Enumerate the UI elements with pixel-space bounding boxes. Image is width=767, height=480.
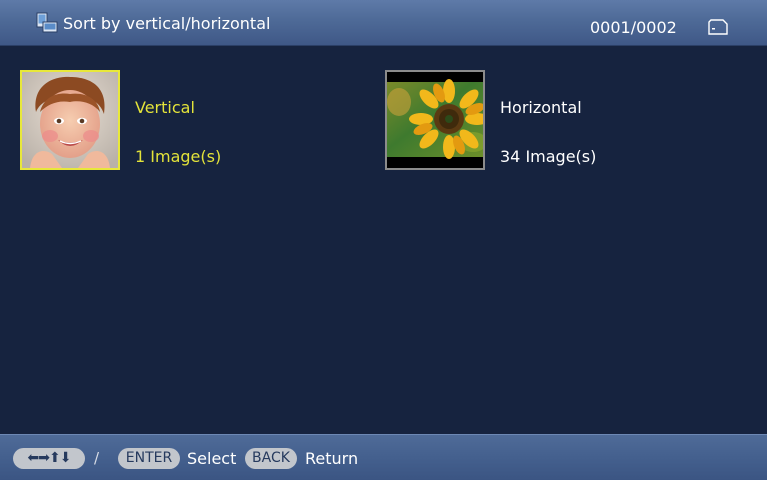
sort-orientation-icon (36, 12, 58, 34)
header-bar: Sort by vertical∕horizontal 0001∕0002 (0, 0, 767, 46)
arrow-keys-hint: ⬅➡⬆⬇ (13, 448, 85, 469)
group-name-vertical: Vertical (135, 98, 195, 117)
group-count-horizontal: 34 Image(s) (500, 147, 597, 166)
enter-key-hint: ENTER (118, 448, 180, 469)
page-title: Sort by vertical∕horizontal (63, 14, 271, 33)
sunflower-image (387, 72, 483, 168)
return-label: Return (305, 449, 359, 468)
footer-bar: ⬅➡⬆⬇ / ENTER Select BACK Return (0, 434, 767, 480)
footer-separator: / (94, 449, 100, 467)
boy-portrait-image (22, 72, 118, 168)
sort-screen: Sort by vertical∕horizontal 0001∕0002 Ve… (0, 0, 767, 480)
group-vertical[interactable]: Vertical 1 Image(s) (20, 70, 350, 170)
select-label: Select (187, 449, 237, 468)
group-count-vertical: 1 Image(s) (135, 147, 222, 166)
memory-card-icon (708, 19, 728, 35)
back-key-hint: BACK (245, 448, 297, 469)
page-counter: 0001∕0002 (590, 18, 677, 37)
thumbnail-vertical[interactable] (20, 70, 120, 170)
group-horizontal[interactable]: Horizontal 34 Image(s) (385, 70, 715, 170)
group-name-horizontal: Horizontal (500, 98, 582, 117)
thumbnail-horizontal[interactable] (385, 70, 485, 170)
